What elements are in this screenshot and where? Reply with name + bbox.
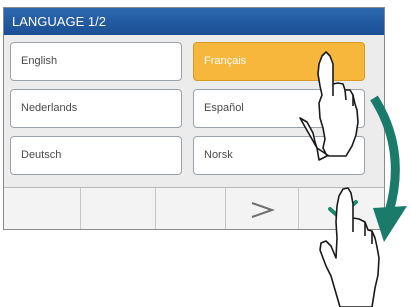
toolbar-slot-1: [4, 188, 81, 229]
checkmark-icon: [327, 199, 358, 219]
language-button-nederlands[interactable]: Nederlands: [10, 89, 182, 128]
chevron-right-icon: [251, 201, 275, 218]
language-screen: LANGUAGE 1/2 English Français Nederlands…: [3, 7, 385, 230]
language-button-espanol[interactable]: Español: [193, 89, 365, 128]
page-title: LANGUAGE 1/2: [4, 8, 384, 35]
confirm-button[interactable]: [299, 188, 384, 229]
language-button-deutsch[interactable]: Deutsch: [10, 136, 182, 175]
toolbar-slot-2: [81, 188, 156, 229]
language-button-english[interactable]: English: [10, 42, 182, 81]
toolbar-slot-3: [156, 188, 226, 229]
language-button-francais[interactable]: Français: [193, 42, 365, 81]
next-page-button[interactable]: [226, 188, 299, 229]
bottom-toolbar: [4, 187, 384, 229]
language-button-norsk[interactable]: Norsk: [193, 136, 365, 175]
